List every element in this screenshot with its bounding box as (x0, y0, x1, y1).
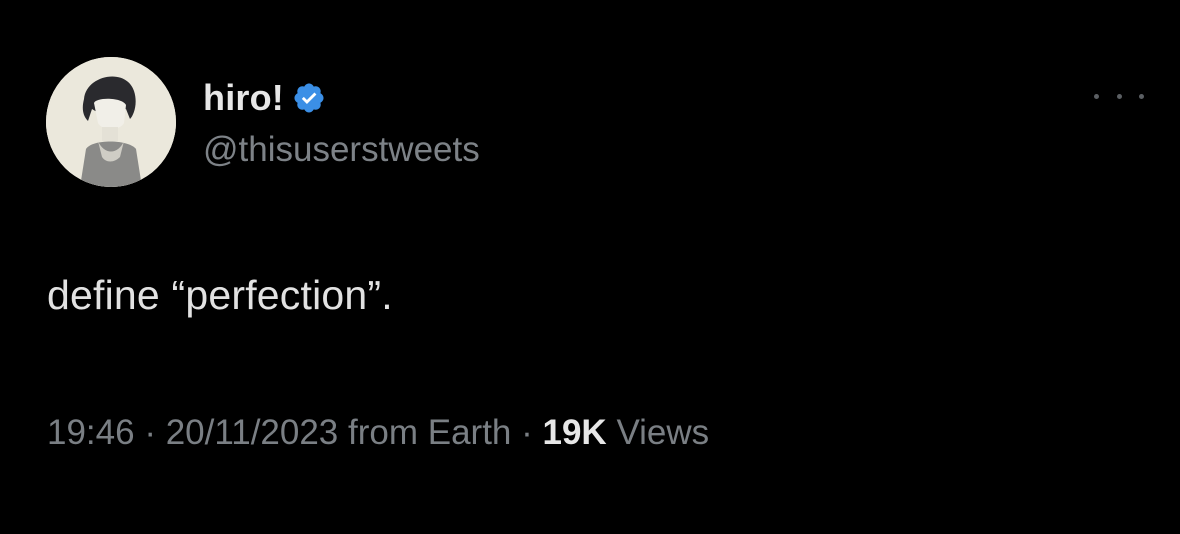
more-dot (1094, 93, 1099, 99)
author-name-row: hiro! (203, 76, 326, 120)
views-label: Views (606, 413, 710, 452)
tweet-date[interactable]: 20/11/2023 (166, 413, 339, 452)
verified-badge-icon[interactable] (292, 81, 326, 115)
tweet-text: define “perfection”. (47, 272, 393, 318)
tweet-source: from Earth (338, 413, 512, 452)
avatar[interactable] (46, 57, 176, 187)
tweet-time[interactable]: 19:46 (47, 413, 135, 452)
display-name[interactable]: hiro! (203, 77, 284, 119)
meta-separator: · (511, 413, 543, 452)
avatar-image (46, 57, 176, 187)
author-handle[interactable]: @thisuserstweets (203, 130, 480, 170)
views-count[interactable]: 19K (543, 413, 607, 452)
more-dot (1139, 93, 1144, 99)
more-options-icon[interactable] (1094, 86, 1144, 106)
tweet-meta: 19:46 · 20/11/2023 from Earth · 19K View… (47, 413, 709, 453)
meta-separator: · (134, 413, 166, 452)
more-dot (1116, 93, 1122, 99)
tweet-card: hiro! @thisuserstweets define “perfectio… (0, 0, 1180, 534)
